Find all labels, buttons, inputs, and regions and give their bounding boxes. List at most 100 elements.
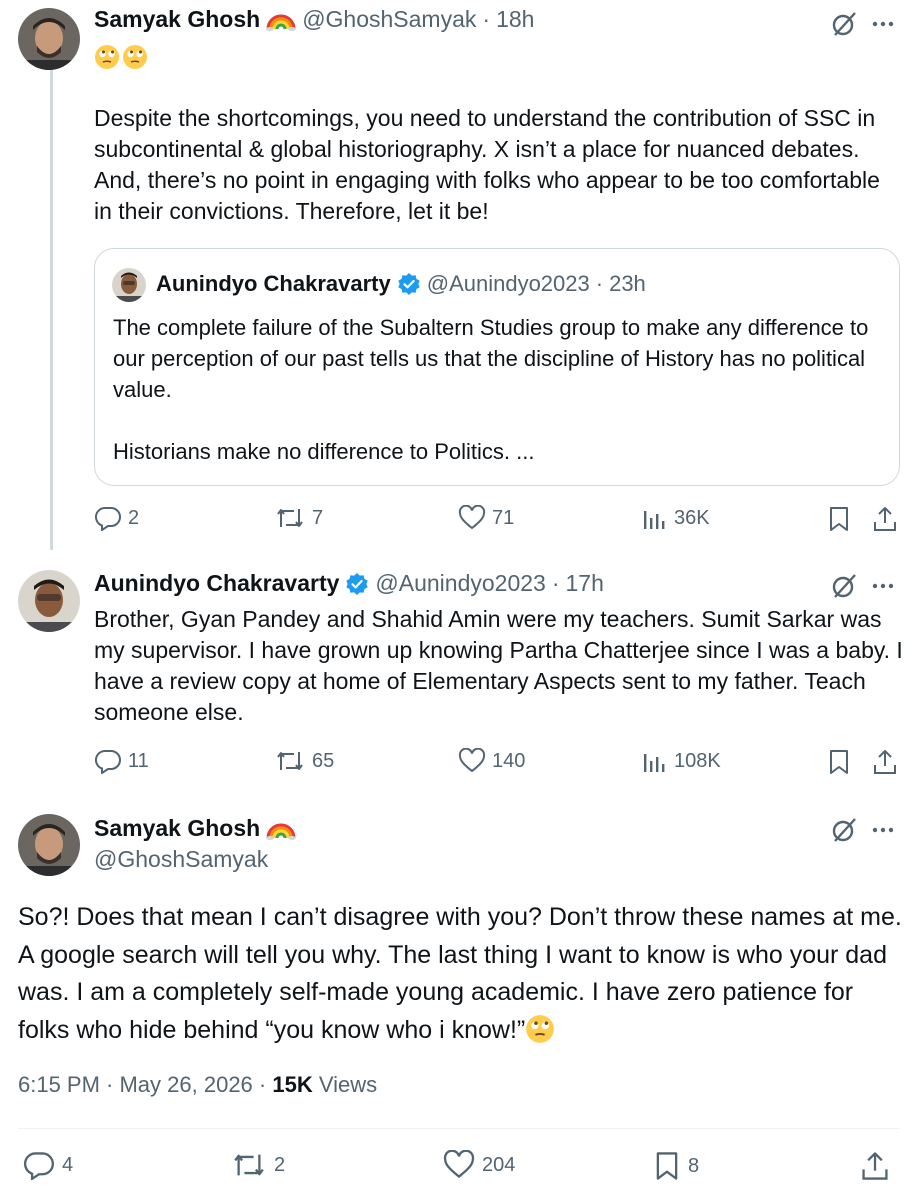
repost-icon — [277, 752, 303, 770]
separator-dot: · — [595, 271, 604, 296]
tweet2-action-bar: 11 65 140 108K — [94, 748, 900, 778]
tweet3-top-actions — [830, 816, 898, 844]
quote-text-paragraph-1: The complete failure of the Subaltern St… — [113, 315, 869, 402]
reply-button[interactable]: 4 — [22, 1150, 73, 1180]
views-total: 15K — [272, 1072, 313, 1097]
quote-author-handle[interactable]: @Aunindyo2023 — [427, 271, 590, 297]
rainbow-emoji — [266, 14, 297, 31]
reply-count: 4 — [62, 1153, 74, 1176]
share-icon — [874, 750, 896, 774]
avatar-aunindyo[interactable] — [18, 570, 80, 632]
tweet1-text: Despite the shortcomings, you need to un… — [94, 105, 880, 224]
tweet2-text: Brother, Gyan Pandey and Shahid Amin wer… — [94, 606, 903, 725]
views-icon — [644, 511, 665, 529]
author-name[interactable]: Aunindyo Chakravarty — [94, 570, 339, 597]
reply-icon — [94, 749, 121, 774]
rolling-eyes-emoji — [123, 45, 147, 69]
reply-icon — [23, 1152, 54, 1180]
bookmark-icon — [830, 507, 848, 531]
reply-count: 11 — [128, 749, 149, 772]
author-handle[interactable]: @Aunindyo2023 — [375, 570, 545, 597]
bookmark-count: 8 — [688, 1154, 700, 1177]
tweet3-meta: 6:15 PM · May 26, 2026 · 15K Views — [18, 1072, 377, 1098]
tweet1-top-actions — [830, 10, 898, 38]
like-icon — [458, 748, 486, 773]
share-button[interactable] — [860, 1150, 896, 1182]
like-icon — [443, 1150, 475, 1179]
more-icon[interactable] — [868, 572, 898, 600]
verified-badge-icon — [346, 572, 369, 595]
reply-icon — [94, 506, 121, 531]
repost-icon — [277, 509, 303, 527]
repost-count: 65 — [312, 749, 335, 772]
repost-icon — [234, 1154, 264, 1176]
views-count: 108K — [674, 749, 721, 772]
tweet1-header: Samyak Ghosh @GhoshSamyak · 18h — [94, 6, 540, 33]
tweet1-action-bar: 2 7 71 36K — [94, 505, 900, 535]
like-count: 204 — [482, 1153, 516, 1176]
quote-author-name[interactable]: Aunindyo Chakravarty — [156, 271, 391, 297]
quote-header: Aunindyo Chakravarty @Aunindyo2023 · 23h — [156, 271, 652, 297]
bookmark-button[interactable] — [826, 748, 858, 776]
timestamp[interactable]: 6:15 PM · May 26, 2026 · — [18, 1072, 266, 1097]
bookmark-icon — [656, 1152, 678, 1180]
views-label: Views — [318, 1072, 378, 1097]
rolling-eyes-emoji — [95, 45, 119, 69]
separator-dot: · — [482, 6, 491, 32]
reply-count: 2 — [128, 506, 140, 529]
bookmark-button[interactable]: 8 — [652, 1150, 699, 1182]
avatar-aunindyo-small[interactable] — [112, 268, 146, 302]
views-icon — [644, 754, 665, 772]
grok-icon[interactable] — [830, 572, 858, 600]
tweet3-text-block: So?! Does that mean I can’t disagree wit… — [18, 899, 906, 1049]
tweet3-action-bar: 4 2 204 8 — [22, 1150, 900, 1180]
views-button[interactable]: 36K — [640, 505, 710, 531]
author-handle[interactable]: @GhoshSamyak — [302, 6, 476, 33]
quote-time[interactable]: 23h — [609, 271, 646, 297]
share-button[interactable] — [872, 505, 904, 533]
repost-button[interactable]: 7 — [274, 505, 323, 531]
rainbow-emoji — [266, 823, 297, 840]
more-icon[interactable] — [868, 10, 898, 38]
author-name[interactable]: Samyak Ghosh — [94, 6, 260, 33]
like-icon — [458, 505, 486, 530]
rolling-eyes-emoji — [526, 1014, 555, 1043]
tweet-time[interactable]: 18h — [496, 6, 534, 33]
quote-text-paragraph-2: Historians make no difference to Politic… — [113, 439, 535, 464]
tweet1-emoji-line — [94, 44, 148, 70]
repost-count: 2 — [274, 1153, 286, 1176]
grok-icon[interactable] — [830, 816, 858, 844]
separator-dot: · — [551, 570, 560, 596]
tweet3-text: So?! Does that mean I can’t disagree wit… — [18, 903, 902, 1044]
views-button[interactable]: 108K — [640, 748, 721, 774]
avatar-samyak[interactable] — [18, 814, 80, 876]
share-icon — [862, 1152, 888, 1180]
like-button[interactable]: 140 — [458, 748, 525, 774]
bookmark-button[interactable] — [826, 505, 858, 533]
avatar-samyak[interactable] — [18, 8, 80, 70]
share-icon — [874, 507, 896, 531]
tweet2-header: Aunindyo Chakravarty @Aunindyo2023 · 17h — [94, 570, 610, 597]
author-handle[interactable]: @GhoshSamyak — [94, 846, 268, 873]
like-button[interactable]: 71 — [458, 505, 514, 531]
repost-count: 7 — [312, 506, 324, 529]
thread-line — [50, 70, 53, 550]
repost-button[interactable]: 65 — [274, 748, 334, 774]
bookmark-icon — [830, 750, 848, 774]
more-icon[interactable] — [868, 816, 898, 844]
reply-button[interactable]: 11 — [94, 748, 149, 774]
reply-button[interactable]: 2 — [94, 505, 139, 531]
share-button[interactable] — [872, 748, 904, 776]
like-button[interactable]: 204 — [442, 1150, 515, 1180]
verified-badge-icon — [398, 273, 420, 295]
divider — [18, 1128, 900, 1129]
tweet-time[interactable]: 17h — [566, 570, 604, 597]
repost-button[interactable]: 2 — [230, 1150, 285, 1180]
grok-icon[interactable] — [830, 10, 858, 38]
author-name[interactable]: Samyak Ghosh — [94, 815, 260, 842]
quoted-tweet-card[interactable]: Aunindyo Chakravarty @Aunindyo2023 · 23h… — [94, 248, 900, 486]
like-count: 140 — [492, 749, 526, 772]
like-count: 71 — [492, 506, 515, 529]
tweet2-top-actions — [830, 572, 898, 600]
views-count: 36K — [674, 506, 710, 529]
